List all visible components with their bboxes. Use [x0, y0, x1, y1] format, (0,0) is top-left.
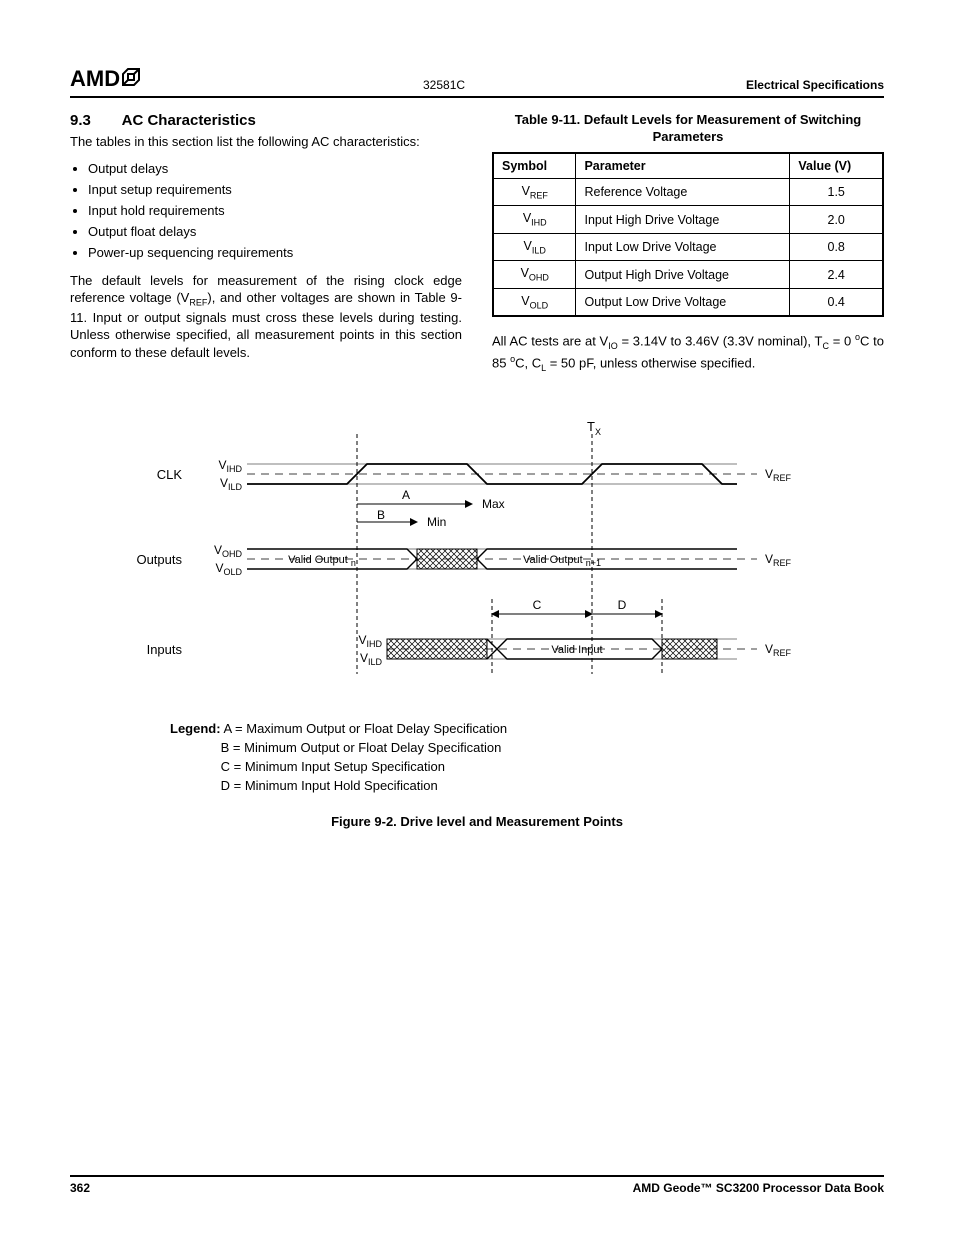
- cell-symbol: VIHD: [493, 206, 576, 234]
- list-item: Input setup requirements: [88, 182, 462, 197]
- cell-symbol: VOLD: [493, 288, 576, 316]
- legend-line: B = Minimum Output or Float Delay Specif…: [221, 740, 502, 755]
- cell-param: Output Low Drive Voltage: [576, 288, 790, 316]
- cell-symbol: VILD: [493, 233, 576, 261]
- svg-text:Valid Input: Valid Input: [551, 644, 602, 656]
- svg-text:Valid Output n: Valid Output n: [288, 554, 356, 568]
- svg-text:Valid Output n+1: Valid Output n+1: [523, 554, 601, 568]
- th-value: Value (V): [790, 153, 883, 179]
- cell-symbol: VREF: [493, 178, 576, 206]
- legend-line: D = Minimum Input Hold Specification: [221, 778, 438, 793]
- list-item: Output float delays: [88, 224, 462, 239]
- parameter-table: Symbol Parameter Value (V) VREF Referenc…: [492, 152, 884, 318]
- timing-svg: TX CLK VIHD VILD VREF A Max B Min Output…: [97, 419, 857, 699]
- svg-text:VOLD: VOLD: [215, 561, 242, 577]
- section-heading: 9.3 AC Characteristics: [70, 112, 462, 129]
- figure-caption: Figure 9-2. Drive level and Measurement …: [70, 814, 884, 829]
- table-row: VIHD Input High Drive Voltage 2.0: [493, 206, 883, 234]
- svg-text:Max: Max: [482, 497, 505, 511]
- characteristics-list: Output delays Input setup requirements I…: [70, 161, 462, 260]
- legend-line: C = Minimum Input Setup Specification: [221, 759, 445, 774]
- svg-text:VREF: VREF: [765, 552, 792, 568]
- svg-text:C: C: [533, 598, 542, 612]
- legend-line: A = Maximum Output or Float Delay Specif…: [223, 721, 507, 736]
- svg-text:TX: TX: [587, 419, 601, 437]
- table-header-row: Symbol Parameter Value (V): [493, 153, 883, 179]
- amd-logo-text: AMD: [70, 66, 120, 92]
- cell-value: 0.8: [790, 233, 883, 261]
- list-item: Input hold requirements: [88, 203, 462, 218]
- svg-text:VREF: VREF: [765, 642, 792, 658]
- table-row: VOLD Output Low Drive Voltage 0.4: [493, 288, 883, 316]
- doc-number: 32581C: [423, 78, 465, 92]
- svg-text:B: B: [377, 508, 385, 522]
- amd-arrow-icon: [122, 66, 142, 92]
- section-number: 9.3: [70, 112, 118, 129]
- svg-text:VIHD: VIHD: [218, 458, 242, 474]
- figure-legend: Legend: A = Maximum Output or Float Dela…: [70, 720, 884, 795]
- timing-diagram: TX CLK VIHD VILD VREF A Max B Min Output…: [70, 419, 884, 828]
- page-number: 362: [70, 1181, 90, 1195]
- svg-text:VIHD: VIHD: [358, 633, 382, 649]
- cell-value: 0.4: [790, 288, 883, 316]
- th-symbol: Symbol: [493, 153, 576, 179]
- cell-param: Output High Drive Voltage: [576, 261, 790, 289]
- cell-symbol: VOHD: [493, 261, 576, 289]
- legend-label: Legend:: [170, 721, 221, 736]
- book-title: AMD Geode™ SC3200 Processor Data Book: [633, 1181, 884, 1195]
- section-title-text: AC Characteristics: [122, 112, 256, 129]
- svg-text:Inputs: Inputs: [147, 642, 183, 657]
- right-column: Table 9-11. Default Levels for Measureme…: [492, 112, 884, 385]
- svg-text:D: D: [618, 598, 627, 612]
- list-item: Output delays: [88, 161, 462, 176]
- page-footer: 362 AMD Geode™ SC3200 Processor Data Boo…: [70, 1175, 884, 1195]
- cell-value: 2.4: [790, 261, 883, 289]
- page-header: AMD 32581C Electrical Specifications: [70, 66, 884, 98]
- svg-text:Min: Min: [427, 515, 446, 529]
- svg-text:VOHD: VOHD: [214, 543, 243, 559]
- amd-logo: AMD: [70, 66, 142, 92]
- table-row: VOHD Output High Drive Voltage 2.4: [493, 261, 883, 289]
- list-item: Power-up sequencing requirements: [88, 245, 462, 260]
- svg-text:VILD: VILD: [220, 476, 243, 492]
- svg-text:CLK: CLK: [157, 467, 183, 482]
- cell-value: 2.0: [790, 206, 883, 234]
- table-caption: Table 9-11. Default Levels for Measureme…: [492, 112, 884, 146]
- section-intro: The tables in this section list the foll…: [70, 133, 462, 151]
- header-right-title: Electrical Specifications: [746, 78, 884, 92]
- table-row: VILD Input Low Drive Voltage 0.8: [493, 233, 883, 261]
- content-columns: 9.3 AC Characteristics The tables in thi…: [70, 112, 884, 385]
- svg-text:VILD: VILD: [360, 651, 383, 667]
- table-row: VREF Reference Voltage 1.5: [493, 178, 883, 206]
- cell-param: Input Low Drive Voltage: [576, 233, 790, 261]
- svg-text:Outputs: Outputs: [136, 552, 182, 567]
- cell-param: Input High Drive Voltage: [576, 206, 790, 234]
- cell-value: 1.5: [790, 178, 883, 206]
- svg-text:A: A: [402, 488, 410, 502]
- table-note: All AC tests are at VIO = 3.14V to 3.46V…: [492, 331, 884, 375]
- svg-text:VREF: VREF: [765, 467, 792, 483]
- th-parameter: Parameter: [576, 153, 790, 179]
- cell-param: Reference Voltage: [576, 178, 790, 206]
- after-bullets-paragraph: The default levels for measurement of th…: [70, 272, 462, 362]
- left-column: 9.3 AC Characteristics The tables in thi…: [70, 112, 462, 385]
